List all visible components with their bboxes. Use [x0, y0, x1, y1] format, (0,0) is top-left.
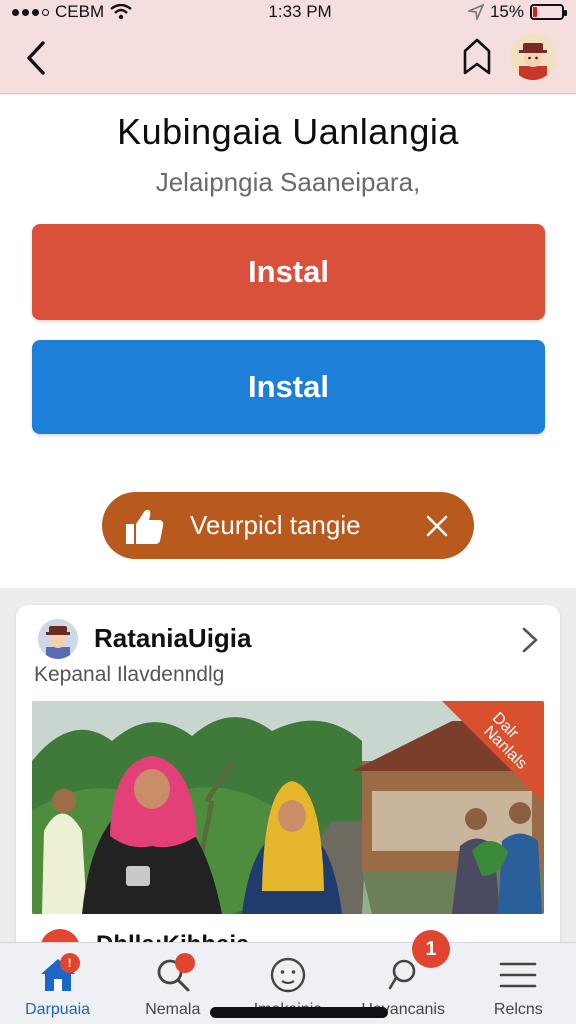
search-notification-dot — [174, 953, 195, 973]
wifi-icon — [110, 4, 132, 20]
battery-icon — [530, 4, 567, 20]
face-icon — [266, 955, 310, 995]
page-subtitle: Jelaipngia Saaneipara, — [155, 167, 421, 197]
notification-count-badge: 1 — [412, 930, 450, 968]
menu-icon — [496, 955, 540, 995]
bookmark-button[interactable] — [458, 34, 496, 78]
home-notification-dot: ! — [59, 953, 80, 973]
feedback-pill-label: Veurpicl tangie — [190, 510, 361, 540]
chevron-right-icon[interactable] — [516, 625, 544, 655]
author-avatar — [38, 619, 78, 659]
bookmark-icon — [463, 38, 491, 75]
status-right: 15% — [467, 2, 567, 22]
battery-percent: 15% — [489, 2, 524, 21]
profile-avatar-icon — [510, 34, 556, 80]
battery-level — [533, 7, 538, 17]
post-author-name[interactable]: RataniaUigia — [94, 623, 252, 654]
install-button-secondary[interactable]: Instal — [32, 340, 545, 434]
back-button[interactable] — [18, 38, 54, 78]
hero-section: Kubingaia Uanlangia Jelaipngia Saaneipar… — [0, 95, 576, 588]
status-left: CEBM — [12, 2, 132, 22]
home-icon: ! — [36, 953, 80, 995]
tab-search-label: Nemala — [145, 1001, 201, 1018]
page-title: Kubingaia Uanlangia — [117, 111, 459, 152]
feedback-pill[interactable]: Veurpicl tangie — [102, 492, 474, 559]
tab-menu-label: Relcns — [493, 1001, 543, 1018]
village-photo-illustration: Dalr Nanlals — [32, 701, 544, 914]
signal-icon — [12, 8, 49, 16]
install-button-primary[interactable]: Instal — [32, 224, 545, 320]
thumbs-up-icon — [122, 504, 166, 548]
close-icon[interactable] — [420, 509, 454, 543]
post-card[interactable]: RataniaUigia Kepanal Ilavdenndlg Dalr Na… — [16, 605, 560, 965]
tab-menu[interactable]: Relcns — [461, 943, 576, 1024]
top-nav-bar — [0, 24, 576, 94]
tab-home-label: Darpuaia — [25, 1001, 91, 1018]
status-time: 1:33 PM — [268, 2, 332, 21]
carrier-name: CEBM — [55, 2, 105, 21]
location-arrow-icon — [467, 4, 484, 20]
tab-home[interactable]: ! Darpuaia — [0, 943, 115, 1024]
profile-avatar-button[interactable] — [510, 34, 556, 80]
chevron-left-icon — [27, 41, 45, 75]
search-icon — [151, 953, 195, 995]
home-indicator[interactable] — [210, 1007, 388, 1018]
post-subtitle: Kepanal Ilavdenndlg — [34, 663, 225, 686]
status-bar: CEBM 1:33 PM 15% — [0, 0, 576, 24]
post-photo[interactable]: Dalr Nanlals — [32, 701, 544, 914]
